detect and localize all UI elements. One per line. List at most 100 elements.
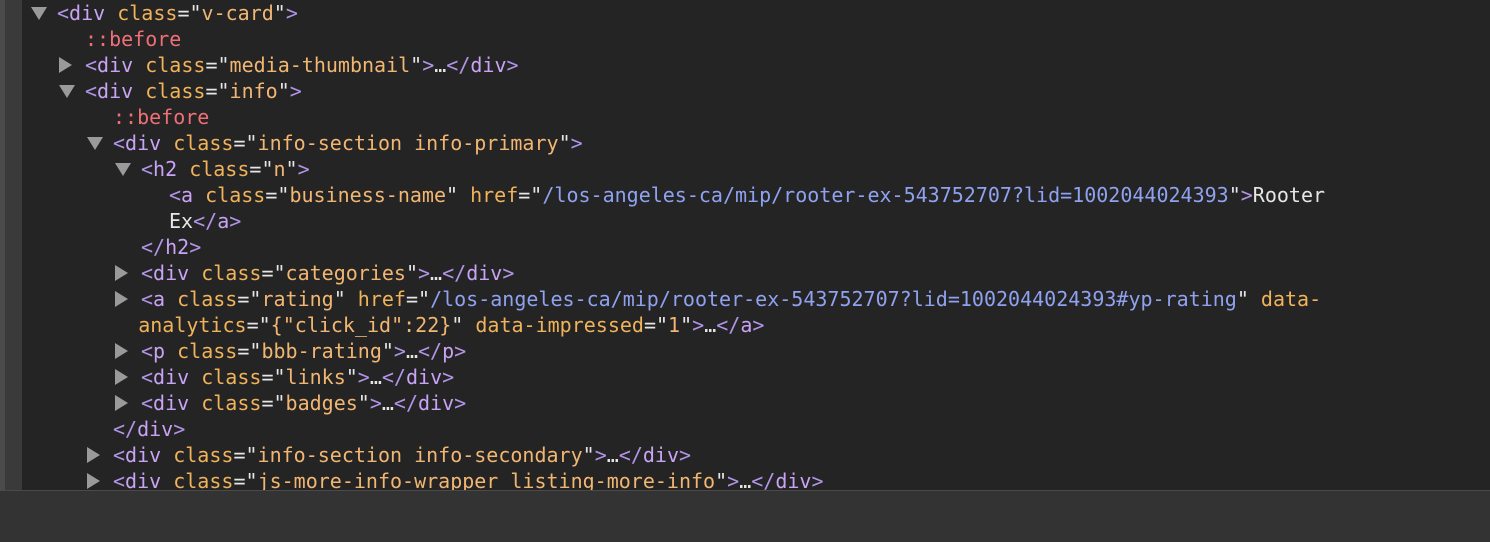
attribute-value: business-name bbox=[289, 183, 446, 207]
dom-node-row[interactable]: ::before bbox=[22, 104, 1490, 130]
attribute-name: class bbox=[177, 339, 238, 363]
disclosure-triangle-collapsed-icon[interactable] bbox=[87, 447, 100, 463]
tag-name: div bbox=[125, 131, 162, 155]
tag-bracket: > bbox=[692, 313, 705, 337]
dom-node-row[interactable]: <p class="bbb-rating">…</p> bbox=[22, 338, 1490, 364]
dom-node-row[interactable]: Ex</a> bbox=[22, 208, 1490, 234]
dom-node-row[interactable]: <a class="rating" href="/los-angeles-ca/… bbox=[22, 286, 1490, 312]
tag-bracket: > bbox=[285, 1, 298, 25]
attribute-value: info-section info-secondary bbox=[257, 443, 583, 467]
attribute-value: info bbox=[229, 79, 278, 103]
dom-node-row[interactable]: analytics="{"click_id":22}" data-impress… bbox=[22, 312, 1490, 338]
attribute-link-value[interactable]: /los-angeles-ca/mip/rooter-ex-543752707?… bbox=[430, 287, 1237, 311]
dom-node-text: <div class="media-thumbnail">…</div> bbox=[85, 52, 519, 78]
disclosure-triangle-expanded-icon[interactable] bbox=[115, 163, 131, 176]
tag-bracket: < bbox=[113, 469, 126, 490]
tag-bracket: > bbox=[679, 443, 692, 467]
syntax-text bbox=[189, 365, 201, 389]
dom-node-row[interactable]: <div class="info-section info-primary"> bbox=[22, 130, 1490, 156]
attribute-name: analytics bbox=[138, 313, 247, 337]
syntax-text bbox=[165, 287, 177, 311]
tag-bracket: > bbox=[752, 313, 765, 337]
tag-bracket: </ bbox=[446, 53, 471, 77]
syntax-text bbox=[133, 53, 145, 77]
dom-node-row[interactable]: <div class="media-thumbnail">…</div> bbox=[22, 52, 1490, 78]
attribute-name: class bbox=[145, 79, 206, 103]
dom-node-row[interactable]: <div class="categories">…</div> bbox=[22, 260, 1490, 286]
tag-bracket: </ bbox=[751, 469, 776, 490]
disclosure-triangle-expanded-icon[interactable] bbox=[31, 7, 47, 20]
attribute-name: data-impressed bbox=[475, 313, 644, 337]
disclosure-triangle-collapsed-icon[interactable] bbox=[115, 369, 128, 385]
syntax-text: " bbox=[273, 1, 286, 25]
tag-bracket: > bbox=[393, 339, 406, 363]
collapsed-ellipsis: … bbox=[430, 261, 443, 285]
tag-bracket: < bbox=[141, 157, 154, 181]
tag-name: p bbox=[442, 339, 455, 363]
dom-node-row[interactable]: <h2 class="n"> bbox=[22, 156, 1490, 182]
dom-node-row[interactable]: <div class="info-section info-secondary"… bbox=[22, 442, 1490, 468]
attribute-value: {"click_id":22} bbox=[270, 313, 452, 337]
syntax-text: =" bbox=[237, 339, 262, 363]
dom-node-text: <a class="rating" href="/los-angeles-ca/… bbox=[141, 286, 1321, 312]
syntax-text: =" bbox=[261, 261, 286, 285]
tag-name: h2 bbox=[153, 157, 178, 181]
syntax-text bbox=[177, 157, 189, 181]
tag-bracket: < bbox=[141, 339, 154, 363]
syntax-text: =" bbox=[246, 313, 271, 337]
disclosure-triangle-collapsed-icon[interactable] bbox=[115, 291, 128, 307]
disclosure-triangle-collapsed-icon[interactable] bbox=[115, 265, 128, 281]
disclosure-triangle-collapsed-icon[interactable] bbox=[115, 343, 128, 359]
attribute-value: 1 bbox=[668, 313, 681, 337]
syntax-text: Ex bbox=[169, 209, 194, 233]
syntax-text: =" bbox=[405, 287, 431, 311]
disclosure-triangle-collapsed-icon[interactable] bbox=[87, 473, 100, 489]
tag-name: div bbox=[97, 53, 134, 77]
tag-bracket: < bbox=[113, 131, 126, 155]
syntax-text: =" bbox=[233, 131, 258, 155]
collapsed-ellipsis: … bbox=[381, 391, 394, 415]
attribute-value: v-card bbox=[201, 1, 274, 25]
dom-node-row[interactable]: <div class="badges">…</div> bbox=[22, 390, 1490, 416]
dom-node-row[interactable]: </h2> bbox=[22, 234, 1490, 260]
tag-bracket: > bbox=[506, 53, 519, 77]
pseudo-element: ::before bbox=[113, 105, 210, 129]
disclosure-triangle-expanded-icon[interactable] bbox=[59, 85, 75, 98]
tag-bracket: </ bbox=[381, 365, 406, 389]
tree-gutter bbox=[0, 0, 22, 490]
dom-node-text: analytics="{"click_id":22}" data-impress… bbox=[138, 312, 764, 338]
attribute-link-value[interactable]: /los-angeles-ca/mip/rooter-ex-543752707?… bbox=[542, 183, 1228, 207]
tag-bracket: > bbox=[297, 157, 310, 181]
attribute-name: href bbox=[470, 183, 519, 207]
dom-node-row[interactable]: ::before bbox=[22, 26, 1490, 52]
syntax-text: =" bbox=[261, 391, 286, 415]
syntax-text bbox=[161, 131, 173, 155]
syntax-text bbox=[161, 443, 173, 467]
dom-node-row[interactable]: <a class="business-name" href="/los-ange… bbox=[22, 182, 1490, 208]
dom-node-row[interactable]: <div class="links">…</div> bbox=[22, 364, 1490, 390]
syntax-text: =" bbox=[233, 469, 258, 490]
dom-node-text: <div class="info"> bbox=[85, 78, 302, 104]
syntax-text bbox=[105, 1, 117, 25]
dom-node-row[interactable]: <div class="v-card"> bbox=[22, 0, 1490, 26]
syntax-text: =" bbox=[265, 183, 290, 207]
attribute-value: categories bbox=[285, 261, 406, 285]
syntax-text bbox=[189, 391, 201, 415]
disclosure-triangle-expanded-icon[interactable] bbox=[87, 137, 103, 150]
syntax-text: " bbox=[1228, 183, 1241, 207]
dom-node-text: ::before bbox=[113, 104, 209, 130]
dom-node-row[interactable]: </div> bbox=[22, 416, 1490, 442]
syntax-text: =" bbox=[233, 443, 258, 467]
tag-bracket: > bbox=[369, 391, 382, 415]
tag-bracket: > bbox=[811, 469, 824, 490]
attribute-name: class bbox=[145, 53, 206, 77]
dom-tree[interactable]: <div class="v-card">::before <div class="… bbox=[22, 0, 1490, 490]
syntax-text: " bbox=[582, 443, 595, 467]
syntax-text: " bbox=[405, 261, 418, 285]
syntax-text: =" bbox=[177, 1, 202, 25]
disclosure-triangle-collapsed-icon[interactable] bbox=[115, 395, 128, 411]
disclosure-triangle-collapsed-icon[interactable] bbox=[59, 57, 72, 73]
tag-name: div bbox=[153, 391, 190, 415]
dom-node-row[interactable]: <div class="info"> bbox=[22, 78, 1490, 104]
dom-node-row[interactable]: <div class="js-more-info-wrapper listing… bbox=[22, 468, 1490, 490]
